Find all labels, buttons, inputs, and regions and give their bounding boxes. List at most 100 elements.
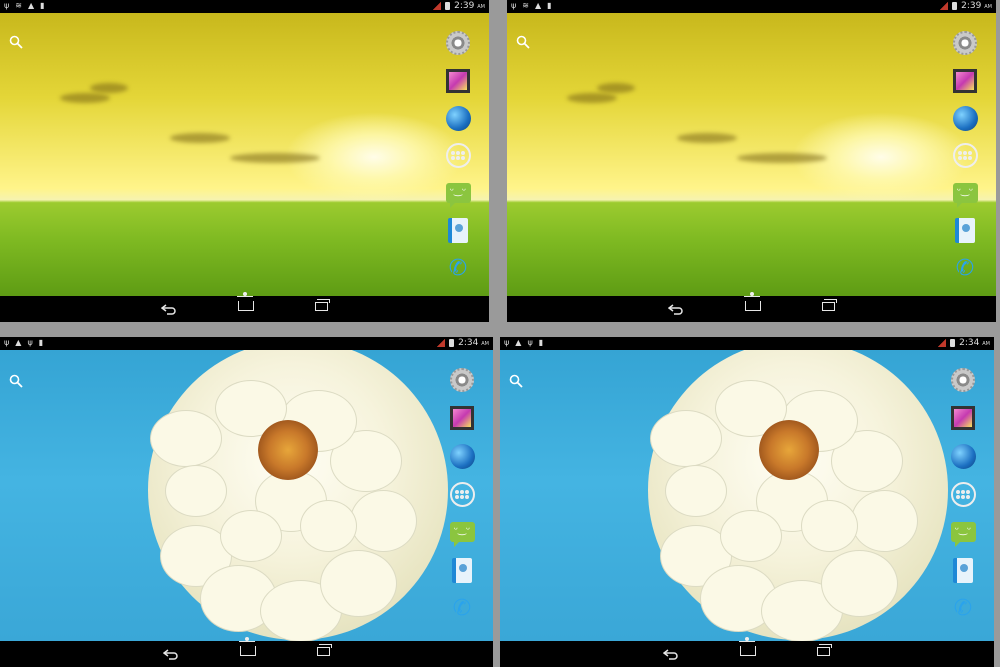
cloud <box>60 93 110 103</box>
back-icon[interactable] <box>667 300 684 315</box>
battery-icon <box>950 339 956 347</box>
all-apps-icon[interactable] <box>950 141 980 171</box>
wallpaper-sunset-field <box>0 13 489 296</box>
search-icon[interactable] <box>516 34 530 49</box>
browser-icon[interactable] <box>950 103 980 133</box>
petal <box>850 490 918 552</box>
usb-icon: ψ <box>504 338 510 347</box>
messaging-icon[interactable]: ᵕ‿ᵕ <box>948 517 978 547</box>
clock: 2:34 AM <box>458 338 489 348</box>
notification-icon: ▮ <box>547 1 552 10</box>
wifi-icon: ≋ <box>522 1 529 10</box>
wallpaper-sunset-field <box>507 13 996 296</box>
battery-icon <box>445 2 451 10</box>
navigation-bar <box>0 641 493 667</box>
flower-stamen <box>758 420 819 480</box>
back-icon[interactable] <box>162 645 179 660</box>
notification-icon: ▮ <box>538 338 544 347</box>
back-icon[interactable] <box>662 645 679 660</box>
wifi-icon: ≋ <box>15 1 22 10</box>
status-bar: ψ ▲ ψ ▮ 2:34 AM <box>0 337 493 350</box>
clock: 2:39 AM <box>454 1 485 11</box>
clock: 2:34 AM <box>959 338 990 348</box>
petal <box>320 550 397 617</box>
petal <box>350 490 417 552</box>
tablet-screen-2: ψ ≋ ▲ ▮ 2:39 AM ᵕ‿ᵕ ✆ <box>507 0 996 322</box>
settings-icon[interactable] <box>948 365 978 395</box>
home-icon[interactable] <box>238 641 256 656</box>
status-bar: ψ ≋ ▲ ▮ 2:39 AM <box>0 0 489 13</box>
usb-icon: ψ <box>511 1 517 10</box>
recent-apps-icon[interactable] <box>314 299 330 311</box>
petal <box>220 510 282 562</box>
gallery-icon[interactable] <box>443 66 473 96</box>
browser-icon[interactable] <box>948 441 978 471</box>
signal-icon <box>437 339 446 347</box>
messaging-icon[interactable]: ᵕ‿ᵕ <box>443 178 473 208</box>
petal <box>650 410 723 467</box>
usb-icon: ψ <box>527 338 533 347</box>
petal <box>300 500 357 552</box>
gallery-icon[interactable] <box>948 403 978 433</box>
cloud <box>90 83 128 93</box>
usb-icon: ψ <box>4 1 10 10</box>
all-apps-icon[interactable] <box>948 479 978 509</box>
contacts-icon[interactable] <box>950 216 980 246</box>
search-icon[interactable] <box>9 373 23 388</box>
messaging-icon[interactable]: ᵕ‿ᵕ <box>447 517 477 547</box>
status-bar: ψ ≋ ▲ ▮ 2:39 AM <box>507 0 996 13</box>
contacts-icon[interactable] <box>443 216 473 246</box>
notification-icon: ▮ <box>38 338 44 347</box>
status-bar: ψ ▲ ψ ▮ 2:34 AM <box>500 337 994 350</box>
recent-apps-icon[interactable] <box>316 644 332 656</box>
signal-icon <box>940 2 949 10</box>
recent-apps-icon[interactable] <box>821 299 837 311</box>
home-icon[interactable] <box>236 296 254 311</box>
usb-icon: ψ <box>4 338 10 347</box>
petal <box>800 500 858 552</box>
search-icon[interactable] <box>9 34 23 49</box>
gallery-icon[interactable] <box>950 66 980 96</box>
flower-stamen <box>258 420 318 480</box>
warning-icon: ▲ <box>15 338 22 347</box>
petal <box>665 465 728 517</box>
recent-apps-icon[interactable] <box>817 644 832 656</box>
settings-icon[interactable] <box>443 28 473 58</box>
phone-icon[interactable]: ✆ <box>948 593 978 623</box>
petal <box>165 465 227 517</box>
settings-icon[interactable] <box>950 28 980 58</box>
phone-icon[interactable]: ✆ <box>950 253 980 283</box>
navigation-bar <box>500 641 994 667</box>
cloud <box>677 133 737 143</box>
settings-icon[interactable] <box>447 365 477 395</box>
back-icon[interactable] <box>160 300 177 315</box>
tablet-screen-4: ψ ▲ ψ ▮ 2:34 AM ᵕ‿ᵕ ✆ <box>500 337 994 667</box>
clock: 2:39 AM <box>961 1 992 11</box>
petal <box>820 550 898 617</box>
cloud <box>737 153 827 163</box>
phone-icon[interactable]: ✆ <box>447 593 477 623</box>
phone-icon[interactable]: ✆ <box>443 253 473 283</box>
usb-icon: ψ <box>27 338 33 347</box>
notification-icon: ▮ <box>40 1 45 10</box>
contacts-icon[interactable] <box>948 555 978 585</box>
home-icon[interactable] <box>739 641 756 656</box>
browser-icon[interactable] <box>443 103 473 133</box>
navigation-bar <box>507 296 996 322</box>
petal <box>150 410 222 467</box>
gallery-icon[interactable] <box>447 403 477 433</box>
petal <box>720 510 783 562</box>
warning-icon: ▲ <box>27 1 35 10</box>
tablet-screen-3: ψ ▲ ψ ▮ 2:34 AM ᵕ‿ᵕ ✆ <box>0 337 493 667</box>
contacts-icon[interactable] <box>447 555 477 585</box>
all-apps-icon[interactable] <box>447 479 477 509</box>
battery-icon <box>449 339 455 347</box>
warning-icon: ▲ <box>534 1 542 10</box>
browser-icon[interactable] <box>447 441 477 471</box>
cloud <box>597 83 635 93</box>
messaging-icon[interactable]: ᵕ‿ᵕ <box>950 178 980 208</box>
all-apps-icon[interactable] <box>443 141 473 171</box>
warning-icon: ▲ <box>515 338 522 347</box>
home-icon[interactable] <box>743 296 761 311</box>
search-icon[interactable] <box>509 373 523 388</box>
